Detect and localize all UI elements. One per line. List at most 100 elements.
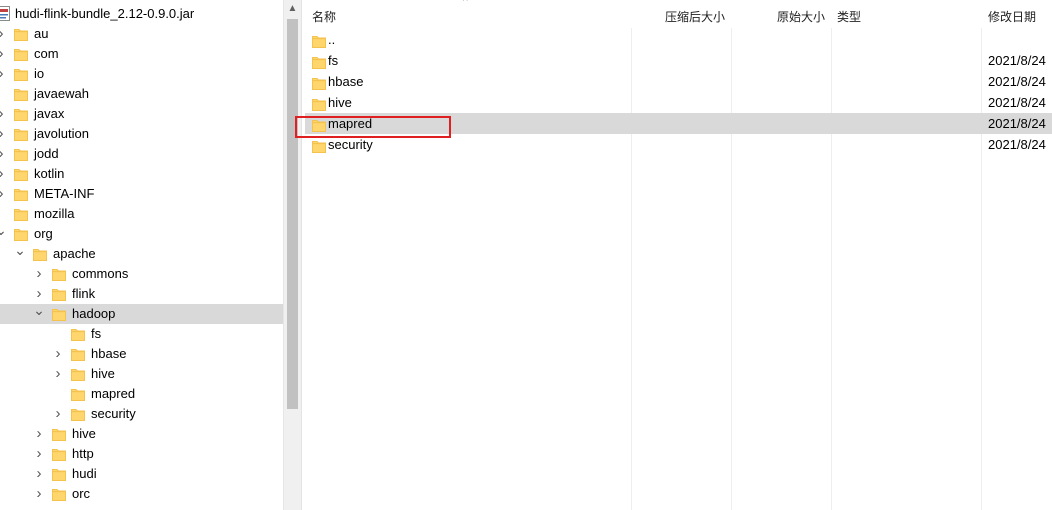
tree-item-label: hive	[72, 426, 96, 441]
chevron-right-icon[interactable]: ›	[52, 404, 64, 424]
chevron-right-icon[interactable]: ›	[0, 144, 7, 164]
chevron-right-icon[interactable]: ›	[0, 24, 7, 44]
column-header-name[interactable]: 名称	[312, 0, 336, 28]
folder-icon	[14, 107, 28, 121]
tree-item[interactable]: › hive	[0, 424, 283, 444]
tree-item[interactable]: › kotlin	[0, 164, 283, 184]
column-header-type[interactable]: 类型	[837, 0, 861, 28]
list-header: 名称 ^ 压缩后大小 原始大小 类型 修改日期	[305, 0, 1052, 28]
chevron-down-icon[interactable]: ⌄	[14, 243, 26, 264]
scrollbar-thumb[interactable]	[287, 19, 298, 409]
folder-icon	[71, 327, 85, 341]
tree-item[interactable]: › hudi	[0, 464, 283, 484]
chevron-down-icon[interactable]: ⌄	[33, 303, 45, 324]
list-item[interactable]: hive 2021/8/24	[305, 92, 1052, 113]
tree-item[interactable]: › javax	[0, 104, 283, 124]
folder-icon	[71, 367, 85, 381]
tree-item[interactable]: › META-INF	[0, 184, 283, 204]
list-item-name: hive	[328, 95, 352, 110]
tree-item[interactable]: › javolution	[0, 124, 283, 144]
folder-icon	[14, 47, 28, 61]
tree-item-label: fs	[91, 326, 102, 341]
chevron-right-icon[interactable]: ›	[0, 64, 7, 84]
folder-icon	[14, 167, 28, 181]
folder-icon	[71, 387, 85, 401]
tree-item[interactable]: › io	[0, 64, 283, 84]
folder-icon	[14, 227, 28, 241]
folder-icon	[14, 207, 28, 221]
tree-item[interactable]: › com	[0, 44, 283, 64]
tree-item-label: hive	[91, 366, 115, 381]
tree-item[interactable]: › security	[0, 404, 283, 424]
folder-icon	[14, 147, 28, 161]
tree-item[interactable]: ⌄ apache	[0, 243, 283, 264]
column-header-original-size[interactable]: 原始大小	[777, 0, 825, 28]
chevron-right-icon[interactable]: ›	[33, 444, 45, 464]
folder-icon	[14, 27, 28, 41]
tree-item-label: javolution	[34, 126, 89, 141]
list-item-date: 2021/8/24	[988, 53, 1046, 68]
tree-item[interactable]: › hbase	[0, 344, 283, 364]
folder-icon	[312, 33, 326, 48]
tree-item[interactable]: javaewah	[0, 84, 283, 104]
folder-icon	[52, 467, 66, 481]
tree-item-label: hbase	[91, 346, 127, 361]
tree-item-label: commons	[72, 266, 129, 281]
chevron-right-icon[interactable]: ›	[0, 44, 7, 64]
folder-icon	[52, 267, 66, 281]
tree-item-label: com	[34, 46, 59, 61]
folder-icon	[14, 127, 28, 141]
tree-item[interactable]: › commons	[0, 264, 283, 284]
tree-item[interactable]: mozilla	[0, 204, 283, 224]
folder-icon	[14, 67, 28, 81]
scroll-up-arrow-icon[interactable]: ▲	[284, 0, 301, 17]
list-item[interactable]: ..	[305, 29, 1052, 50]
list-item[interactable]: fs 2021/8/24	[305, 50, 1052, 71]
chevron-right-icon[interactable]: ›	[33, 424, 45, 444]
tree-item[interactable]: › hive	[0, 364, 283, 384]
chevron-right-icon[interactable]: ›	[0, 184, 7, 204]
tree-item[interactable]: mapred	[0, 384, 283, 404]
chevron-right-icon[interactable]: ›	[0, 164, 7, 184]
chevron-right-icon[interactable]: ›	[33, 264, 45, 284]
tree-item-label: au	[34, 26, 49, 41]
folder-icon	[312, 54, 326, 69]
tree-item[interactable]: › jodd	[0, 144, 283, 164]
folder-icon	[52, 447, 66, 461]
tree-item-label: apache	[53, 246, 96, 261]
tree-root[interactable]: hudi-flink-bundle_2.12-0.9.0.jar	[0, 4, 283, 24]
tree-item-label: org	[34, 226, 53, 241]
chevron-right-icon[interactable]: ›	[33, 464, 45, 484]
list-item-date: 2021/8/24	[988, 116, 1046, 131]
chevron-right-icon[interactable]: ›	[0, 104, 7, 124]
tree-scrollbar[interactable]: ▲	[283, 0, 301, 510]
list-item-name: hbase	[328, 74, 364, 89]
tree-item-label: hadoop	[72, 306, 116, 321]
column-header-compressed-size[interactable]: 压缩后大小	[665, 0, 725, 28]
tree-item[interactable]: › http	[0, 444, 283, 464]
chevron-right-icon[interactable]: ›	[52, 344, 64, 364]
chevron-right-icon[interactable]: ›	[52, 364, 64, 384]
folder-icon	[312, 138, 326, 153]
chevron-right-icon[interactable]: ›	[33, 484, 45, 504]
tree-item[interactable]: › orc	[0, 484, 283, 504]
folder-icon	[52, 287, 66, 301]
chevron-right-icon[interactable]: ›	[33, 284, 45, 304]
tree-item[interactable]: fs	[0, 324, 283, 344]
tree-item[interactable]: ⌄ hadoop	[0, 303, 283, 324]
folder-icon	[312, 75, 326, 90]
tree-item-label: jodd	[34, 146, 59, 161]
tree-item[interactable]: ⌄ org	[0, 223, 283, 244]
tree-item[interactable]: › flink	[0, 284, 283, 304]
column-header-modified[interactable]: 修改日期	[988, 0, 1036, 28]
tree-item-label: orc	[72, 486, 91, 501]
tree-item-label: hudi	[72, 466, 97, 481]
list-item[interactable]: hbase 2021/8/24	[305, 71, 1052, 92]
file-list: 名称 ^ 压缩后大小 原始大小 类型 修改日期 .. fs 2021/8/24 hba…	[305, 0, 1052, 510]
tree-root-label: hudi-flink-bundle_2.12-0.9.0.jar	[15, 6, 195, 21]
folder-icon	[312, 96, 326, 111]
chevron-right-icon[interactable]: ›	[0, 124, 7, 144]
tree-item[interactable]: › au	[0, 24, 283, 44]
chevron-down-icon[interactable]: ⌄	[0, 223, 7, 244]
folder-icon	[14, 87, 28, 101]
